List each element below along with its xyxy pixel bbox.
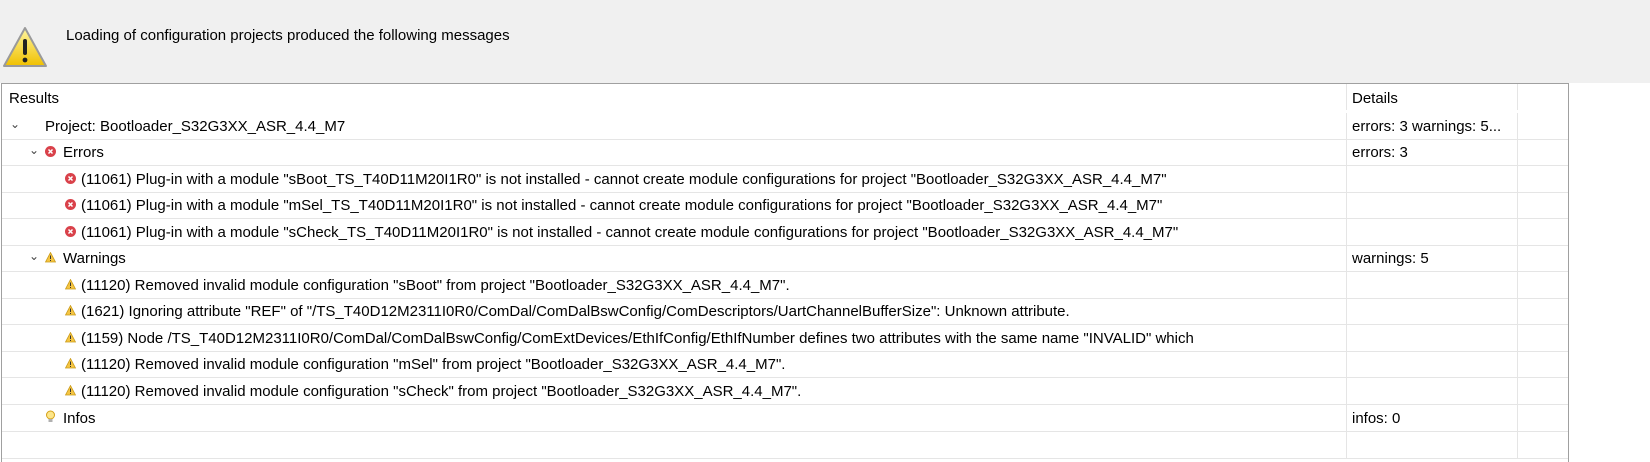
warning-icon bbox=[65, 332, 76, 343]
message-header: Loading of configuration projects produc… bbox=[0, 0, 1650, 83]
error-item[interactable]: (11061) Plug-in with a module "sBoot_TS_… bbox=[2, 166, 1568, 193]
warning-large-icon bbox=[3, 27, 47, 67]
tree-row-warnings[interactable]: ⌄ Warnings warnings: 5 bbox=[2, 245, 1568, 272]
error-icon bbox=[45, 146, 56, 157]
warning-item[interactable]: (1621) Ignoring attribute "REF" of "/TS_… bbox=[2, 298, 1568, 325]
chevron-down-icon[interactable]: ⌄ bbox=[29, 143, 39, 157]
warning-icon bbox=[65, 385, 76, 396]
error-icon bbox=[65, 199, 76, 210]
chevron-down-icon[interactable]: ⌄ bbox=[10, 117, 20, 131]
warning-icon bbox=[65, 279, 76, 290]
tree-row-project[interactable]: ⌄ Project: Bootloader_S32G3XX_ASR_4.4_M7 … bbox=[2, 112, 1568, 140]
warning-item[interactable]: (11120) Removed invalid module configura… bbox=[2, 378, 1568, 405]
warning-item[interactable]: (1159) Node /TS_T40D12M2311I0R0/ComDal/C… bbox=[2, 325, 1568, 352]
error-icon bbox=[65, 173, 76, 184]
error-icon bbox=[65, 226, 76, 237]
results-tree-table[interactable]: Results Details ⌄ Project: Bootloader_S32… bbox=[1, 83, 1569, 462]
warning-icon bbox=[45, 252, 56, 263]
column-header-details[interactable]: Details bbox=[1352, 90, 1398, 107]
warning-icon bbox=[65, 358, 76, 369]
error-item[interactable]: (11061) Plug-in with a module "mSel_TS_T… bbox=[2, 192, 1568, 219]
dialog-message: Loading of configuration projects produc… bbox=[66, 27, 510, 44]
tree-row-infos[interactable]: Infos infos: 0 bbox=[2, 405, 1568, 432]
tree-row-errors[interactable]: ⌄ Errors errors: 3 bbox=[2, 139, 1568, 166]
warning-item[interactable]: (11120) Removed invalid module configura… bbox=[2, 272, 1568, 299]
error-item[interactable]: (11061) Plug-in with a module "sCheck_TS… bbox=[2, 219, 1568, 246]
column-header-results[interactable]: Results bbox=[9, 90, 59, 107]
warning-icon bbox=[65, 305, 76, 316]
table-header: Results Details bbox=[2, 84, 1568, 111]
empty-row bbox=[2, 432, 1568, 459]
chevron-down-icon[interactable]: ⌄ bbox=[29, 249, 39, 263]
lightbulb-icon bbox=[46, 410, 55, 422]
warning-item[interactable]: (11120) Removed invalid module configura… bbox=[2, 351, 1568, 378]
